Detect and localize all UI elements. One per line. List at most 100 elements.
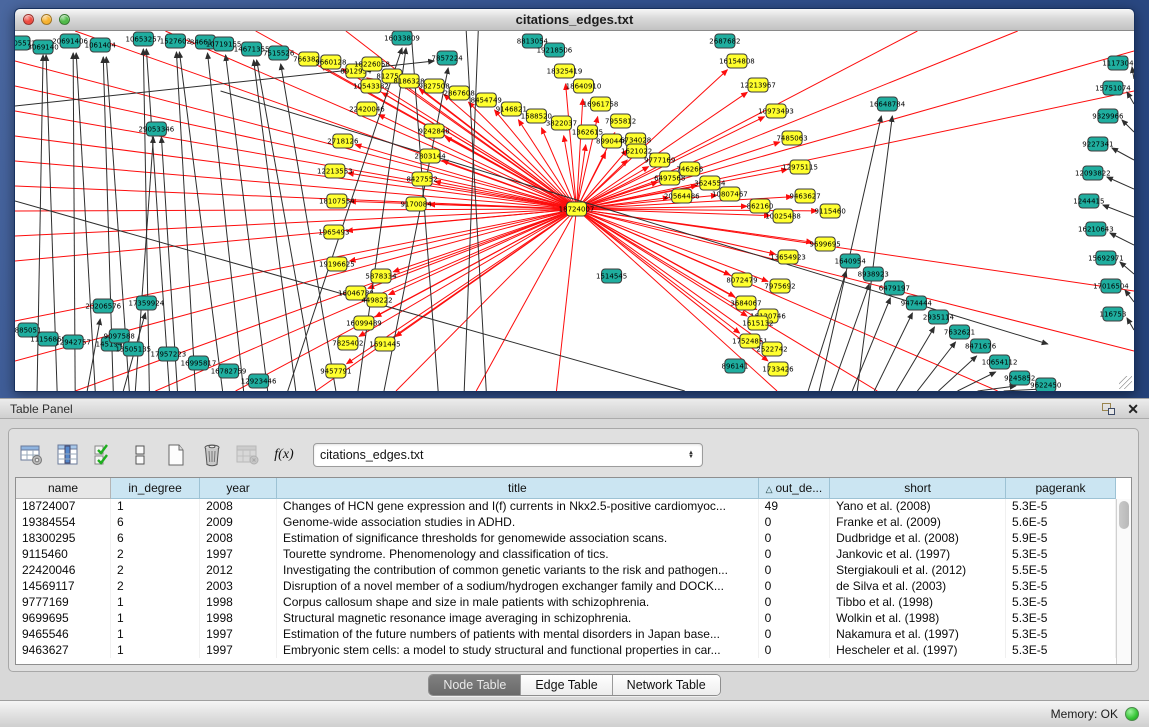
table-row[interactable]: 946362711997Embryonic stem cells: a mode… xyxy=(16,642,1116,658)
cell-out_degree[interactable]: 0 xyxy=(758,530,829,546)
cell-out_degree[interactable]: 49 xyxy=(758,498,829,514)
table-row[interactable]: 1830029562008Estimation of significance … xyxy=(16,530,1116,546)
table-row[interactable]: 969969511998Structural magnetic resonanc… xyxy=(16,610,1116,626)
cell-year[interactable]: 1997 xyxy=(200,626,277,642)
function-builder-button[interactable]: f(x) xyxy=(269,440,299,470)
cell-title[interactable]: Embryonic stem cells: a model to study s… xyxy=(277,642,759,658)
cell-short[interactable]: Hescheler et al. (1997) xyxy=(830,642,1006,658)
network-canvas[interactable]: 1872400776638229660128891295418226058812… xyxy=(15,31,1134,391)
cell-name[interactable]: 9465546 xyxy=(16,626,111,642)
cell-in_degree[interactable]: 6 xyxy=(111,530,200,546)
cell-in_degree[interactable]: 1 xyxy=(111,498,200,514)
cell-pagerank[interactable]: 5.3E-5 xyxy=(1006,610,1116,626)
scrollbar-thumb[interactable] xyxy=(1119,501,1129,529)
cell-short[interactable]: de Silva et al. (2003) xyxy=(830,578,1006,594)
column-header-year[interactable]: year xyxy=(200,478,277,498)
cell-pagerank[interactable]: 5.3E-5 xyxy=(1006,642,1116,658)
table-row[interactable]: 911546021997Tourette syndrome. Phenomeno… xyxy=(16,546,1116,562)
cell-short[interactable]: Tibbo et al. (1998) xyxy=(830,594,1006,610)
cell-title[interactable]: Disruption of a novel member of a sodium… xyxy=(277,578,759,594)
cell-short[interactable]: Franke et al. (2009) xyxy=(830,514,1006,530)
tab-network-table[interactable]: Network Table xyxy=(613,675,720,695)
cell-pagerank[interactable]: 5.9E-5 xyxy=(1006,530,1116,546)
cell-name[interactable]: 14569117 xyxy=(16,578,111,594)
cell-name[interactable]: 18300295 xyxy=(16,530,111,546)
cell-year[interactable]: 2003 xyxy=(200,578,277,594)
cell-name[interactable]: 9115460 xyxy=(16,546,111,562)
cell-in_degree[interactable]: 1 xyxy=(111,642,200,658)
table-row[interactable]: 1456911722003Disruption of a novel membe… xyxy=(16,578,1116,594)
cell-short[interactable]: Dudbridge et al. (2008) xyxy=(830,530,1006,546)
cell-out_degree[interactable]: 0 xyxy=(758,562,829,578)
cell-out_degree[interactable]: 0 xyxy=(758,594,829,610)
cell-in_degree[interactable]: 6 xyxy=(111,514,200,530)
column-header-name[interactable]: name xyxy=(16,478,111,498)
table-row[interactable]: 2242004622012Investigating the contribut… xyxy=(16,562,1116,578)
select-all-button[interactable] xyxy=(89,440,119,470)
cell-out_degree[interactable]: 0 xyxy=(758,610,829,626)
import-table-button[interactable] xyxy=(233,440,263,470)
cell-year[interactable]: 1998 xyxy=(200,594,277,610)
cell-out_degree[interactable]: 0 xyxy=(758,546,829,562)
cell-title[interactable]: Tourette syndrome. Phenomenology and cla… xyxy=(277,546,759,562)
table-row[interactable]: 1938455462009Genome-wide association stu… xyxy=(16,514,1116,530)
cell-name[interactable]: 9463627 xyxy=(16,642,111,658)
cell-short[interactable]: Nakamura et al. (1997) xyxy=(830,626,1006,642)
cell-name[interactable]: 9699695 xyxy=(16,610,111,626)
column-header-short[interactable]: short xyxy=(830,478,1006,498)
cell-short[interactable]: Wolkin et al. (1998) xyxy=(830,610,1006,626)
window-resize-grip[interactable] xyxy=(1119,376,1132,389)
cell-title[interactable]: Changes of HCN gene expression and I(f) … xyxy=(277,498,759,514)
clear-selection-button[interactable] xyxy=(125,440,155,470)
cell-short[interactable]: Yano et al. (2008) xyxy=(830,498,1006,514)
table-row[interactable]: 1872400712008Changes of HCN gene express… xyxy=(16,498,1116,514)
cell-title[interactable]: Structural magnetic resonance image aver… xyxy=(277,610,759,626)
cell-in_degree[interactable]: 1 xyxy=(111,610,200,626)
show-columns-button[interactable] xyxy=(53,440,83,470)
cell-year[interactable]: 2012 xyxy=(200,562,277,578)
cell-year[interactable]: 2008 xyxy=(200,530,277,546)
cell-pagerank[interactable]: 5.3E-5 xyxy=(1006,626,1116,642)
cell-in_degree[interactable]: 1 xyxy=(111,594,200,610)
cell-in_degree[interactable]: 2 xyxy=(111,578,200,594)
column-header-pagerank[interactable]: pagerank xyxy=(1006,478,1116,498)
cell-year[interactable]: 1998 xyxy=(200,610,277,626)
delete-button[interactable] xyxy=(197,440,227,470)
cell-title[interactable]: Estimation of the future numbers of pati… xyxy=(277,626,759,642)
cell-in_degree[interactable]: 2 xyxy=(111,562,200,578)
cell-out_degree[interactable]: 0 xyxy=(758,514,829,530)
cell-name[interactable]: 18724007 xyxy=(16,498,111,514)
cell-title[interactable]: Genome-wide association studies in ADHD. xyxy=(277,514,759,530)
column-header-title[interactable]: title xyxy=(277,478,759,498)
table-row[interactable]: 977716911998Corpus callosum shape and si… xyxy=(16,594,1116,610)
network-window[interactable]: citations_edges.txt 18724007766382296601… xyxy=(14,8,1135,392)
cell-title[interactable]: Corpus callosum shape and size in male p… xyxy=(277,594,759,610)
cell-year[interactable]: 2008 xyxy=(200,498,277,514)
cell-pagerank[interactable]: 5.6E-5 xyxy=(1006,514,1116,530)
cell-out_degree[interactable]: 0 xyxy=(758,642,829,658)
tab-node-table[interactable]: Node Table xyxy=(429,675,521,695)
cell-title[interactable]: Estimation of significance thresholds fo… xyxy=(277,530,759,546)
cell-year[interactable]: 1997 xyxy=(200,546,277,562)
cell-name[interactable]: 19384554 xyxy=(16,514,111,530)
cell-in_degree[interactable]: 1 xyxy=(111,626,200,642)
column-header-in_degree[interactable]: in_degree xyxy=(111,478,200,498)
cell-pagerank[interactable]: 5.3E-5 xyxy=(1006,546,1116,562)
tab-edge-table[interactable]: Edge Table xyxy=(521,675,612,695)
table-selector-dropdown[interactable]: citations_edges.txt ▲▼ xyxy=(313,443,703,467)
float-panel-icon[interactable] xyxy=(1102,403,1115,415)
cell-year[interactable]: 1997 xyxy=(200,642,277,658)
close-panel-icon[interactable]: ✕ xyxy=(1127,402,1139,416)
table-row[interactable]: 946554611997Estimation of the future num… xyxy=(16,626,1116,642)
cell-pagerank[interactable]: 5.5E-5 xyxy=(1006,562,1116,578)
column-header-out_degree[interactable]: △out_de... xyxy=(758,478,829,498)
cell-pagerank[interactable]: 5.3E-5 xyxy=(1006,498,1116,514)
network-window-titlebar[interactable]: citations_edges.txt xyxy=(15,9,1134,31)
cell-short[interactable]: Jankovic et al. (1997) xyxy=(830,546,1006,562)
cell-out_degree[interactable]: 0 xyxy=(758,578,829,594)
table-settings-button[interactable] xyxy=(17,440,47,470)
cell-out_degree[interactable]: 0 xyxy=(758,626,829,642)
cell-year[interactable]: 2009 xyxy=(200,514,277,530)
cell-short[interactable]: Stergiakouli et al. (2012) xyxy=(830,562,1006,578)
cell-name[interactable]: 9777169 xyxy=(16,594,111,610)
